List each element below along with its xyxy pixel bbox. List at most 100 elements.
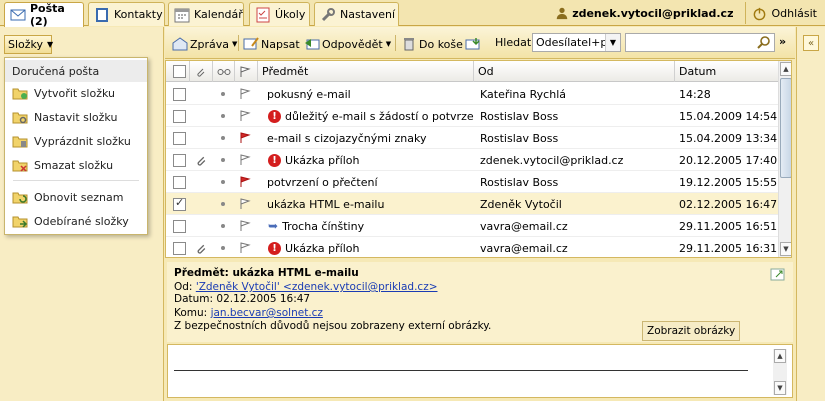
read-status-icon[interactable] [221,136,225,140]
user-email: zdenek.vytocil@priklad.cz [572,6,734,20]
open-in-window-icon[interactable] [770,268,786,282]
row-from: Rostislav Boss [480,109,559,123]
reply-button[interactable]: Odpovědět ▼ [304,35,391,53]
select-all-checkbox[interactable] [173,65,186,78]
table-row[interactable]: ukázka HTML e-mailu Zdeněk Vytočil 02.12.2… [166,193,778,215]
red-flag-icon[interactable] [239,132,251,144]
menu-item-delete-folder[interactable]: Smazat složku [5,154,147,176]
top-tab-bar: Pošta (2) Kontakty Kalendář Úkoly Nastav… [0,0,825,28]
row-checkbox[interactable] [173,219,186,233]
flag-icon[interactable] [239,110,251,122]
read-status-icon[interactable] [221,224,225,228]
flag-icon[interactable] [239,242,251,254]
row-subject: Trocha čínštiny [282,219,365,233]
search-field-value: Odesílatel+př [536,36,612,49]
flag-icon[interactable] [239,88,251,100]
show-images-button[interactable]: Zobrazit obrázky [642,321,741,341]
attachment-column[interactable] [190,61,213,82]
scroll-up-icon[interactable]: ▲ [774,349,786,363]
row-from: Rostislav Boss [480,175,559,189]
horizontal-rule [174,370,748,371]
collapse-toolbar-button[interactable]: » [779,35,786,48]
row-date: 29.11.2005 16:51 [679,219,778,233]
menu-item-empty-folder[interactable]: Vyprázdnit složku [5,130,147,152]
compose-label: Napsat [261,37,300,51]
tab-posta[interactable]: Pošta (2) [4,2,84,28]
tab-kontakty[interactable]: Kontakty [88,2,165,26]
compose-button[interactable]: Napsat [243,35,300,53]
row-checkbox[interactable] [173,175,186,189]
read-status-icon[interactable] [221,114,225,118]
row-checkbox[interactable] [173,109,186,123]
menu-item-folder-settings[interactable]: Nastavit složku [5,106,147,128]
flag-icon[interactable] [239,154,251,166]
from-link[interactable]: 'Zdeněk Vytočil' <zdenek.vytocil@priklad… [196,281,438,293]
menu-item-create-folder[interactable]: Vytvořit složku [5,82,147,104]
tab-kalendar[interactable]: Kalendář [168,2,244,26]
read-status-icon[interactable] [221,246,225,250]
column-from[interactable]: Od [474,61,675,82]
read-status-icon[interactable] [221,158,225,162]
table-row[interactable]: pokusný e-mail Kateřina Rychlá 14:28 [166,83,778,105]
row-from: Zdeněk Vytočil [480,197,562,211]
search-field-select[interactable]: Odesílatel+př ▼ [532,33,621,52]
column-subject[interactable]: Předmět [258,61,474,82]
folders-menu: Doručená pošta Vytvořit složku Nastavit … [4,57,148,235]
scroll-down-icon[interactable]: ▼ [774,381,786,395]
row-checkbox[interactable] [173,196,186,211]
reply-arrow-icon: ➥ [268,219,279,233]
folders-label: Složky [8,38,44,51]
menu-item-inbox[interactable]: Doručená pošta [5,60,147,82]
search-input[interactable] [625,33,775,52]
select-all-column[interactable] [166,61,190,82]
column-date[interactable]: Datum [675,61,778,82]
preview-body: ▲ ▼ [167,344,793,398]
read-status-icon[interactable] [221,180,225,184]
scroll-thumb[interactable] [780,78,791,178]
read-status-icon[interactable] [221,92,225,96]
flag-icon[interactable] [239,220,251,232]
move-to-trash-button[interactable]: Do koše [401,35,463,53]
table-row[interactable]: e-mail s cizojazyčnými znaky Rostislav Bo… [166,127,778,149]
row-checkbox[interactable] [173,87,186,101]
to-link[interactable]: jan.becvar@solnet.cz [211,307,323,319]
scroll-down-icon[interactable]: ▼ [780,242,791,256]
tab-label: Kalendář [194,8,243,21]
table-row[interactable]: ! Ukázka příloh zdenek.vytocil@priklad.cz 2… [166,149,778,171]
row-checkbox[interactable] [173,153,186,167]
expand-panel-button[interactable]: « [803,35,819,51]
menu-item-refresh[interactable]: Obnovit seznam [5,186,147,208]
row-date: 14:28 [679,87,711,101]
calendar-icon [174,8,190,22]
compose-icon [243,37,259,50]
preview-scrollbar[interactable]: ▲ ▼ [773,349,787,395]
row-date: 02.12.2005 16:47 [679,197,778,211]
folders-dropdown-button[interactable]: Složky ▼ [4,35,53,54]
tab-ukoly[interactable]: Úkoly [249,2,310,26]
row-from: vavra@email.cz [480,241,568,255]
from-label: Od: [174,281,193,293]
menu-item-subscribed-folders[interactable]: Odebírané složky [5,210,147,232]
scroll-up-icon[interactable]: ▲ [780,62,791,76]
table-row[interactable]: ! důležitý e-mail s žádostí o potvrzení p… [166,105,778,127]
row-checkbox[interactable] [173,241,186,255]
row-subject: ukázka HTML e-mailu [267,197,385,211]
logout-button[interactable]: Odhlásit [745,2,825,24]
table-row[interactable]: ➥ Trocha čínštiny vavra@email.cz 29.11.2005… [166,215,778,237]
preview-date: Datum: 02.12.2005 16:47 [174,293,311,305]
table-row[interactable]: potvrzení o přečtení Rostislav Boss 19.12.… [166,171,778,193]
message-menu-button[interactable]: Zpráva ▼ [172,35,237,53]
receive-mail-button[interactable] [465,35,483,53]
search-icon[interactable] [757,35,771,49]
row-checkbox[interactable] [173,131,186,145]
table-row[interactable]: ! Ukázka příloh vavra@email.cz 29.11.2005 1… [166,237,778,257]
read-status-icon[interactable] [221,202,225,206]
red-flag-icon[interactable] [239,176,251,188]
read-status-column[interactable] [213,61,235,82]
flag-icon[interactable] [239,198,251,210]
menu-item-label: Odebírané složky [34,214,129,228]
message-list-scrollbar[interactable]: ▲ ▼ [778,61,791,257]
flag-column[interactable] [235,61,258,82]
tab-label: Pošta (2) [30,2,65,28]
tab-nastaveni[interactable]: Nastavení [314,2,399,26]
